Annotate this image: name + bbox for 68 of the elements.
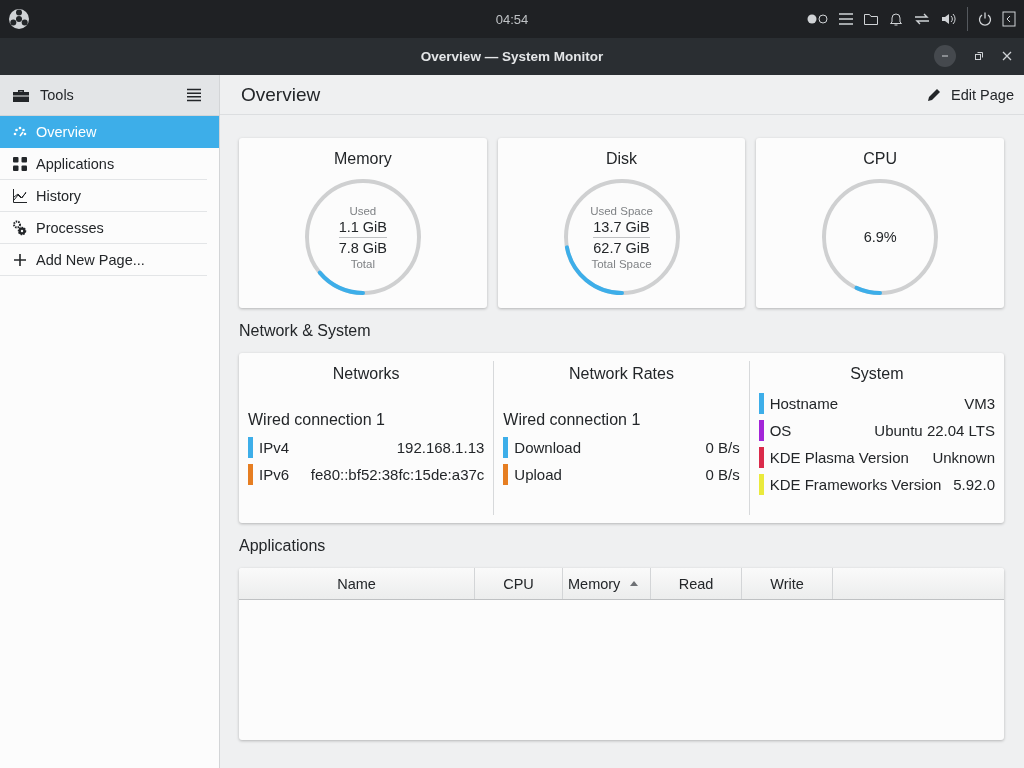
- chart-icon: [12, 187, 28, 204]
- bell-icon[interactable]: [888, 11, 904, 27]
- card-title: Memory: [333, 150, 392, 168]
- launcher-icon[interactable]: [8, 8, 30, 30]
- volume-icon[interactable]: [940, 11, 958, 27]
- connection-name: Wired connection 1: [248, 411, 386, 429]
- pencil-icon: [926, 86, 943, 103]
- card-title: Disk: [605, 150, 638, 168]
- minimize-button[interactable]: [934, 45, 956, 67]
- toolbox-icon: [12, 87, 30, 103]
- page-title: Overview: [241, 83, 321, 106]
- gauge-value: 1.1 GiB: [338, 216, 387, 238]
- column-header[interactable]: Read: [651, 568, 742, 599]
- gauge-value: 7.8 GiB: [338, 238, 387, 258]
- gears-icon: [12, 219, 28, 236]
- info-label: KDE Plasma Version: [769, 449, 910, 466]
- plus-icon: [12, 251, 28, 268]
- pager-icon[interactable]: [807, 13, 829, 25]
- info-value: fe80::bf52:38fc:15de:a37c: [310, 466, 485, 483]
- info-label: KDE Frameworks Version: [769, 476, 943, 493]
- gauge-label: Total Space: [591, 257, 652, 270]
- info-label: Hostname: [769, 395, 840, 412]
- info-value: 0 B/s: [705, 466, 740, 483]
- close-icon[interactable]: [1002, 51, 1012, 61]
- info-value: Unknown: [932, 449, 995, 466]
- menu-icon[interactable]: [838, 11, 854, 27]
- section-title: Applications: [239, 537, 327, 555]
- info-value: VM3: [964, 395, 995, 412]
- folder-icon[interactable]: [863, 11, 879, 27]
- power-icon[interactable]: [977, 11, 993, 27]
- restore-icon[interactable]: [974, 51, 984, 61]
- sort-ascending-icon: [630, 581, 639, 586]
- menu-icon[interactable]: [186, 88, 202, 102]
- grid-icon: [12, 155, 28, 172]
- card-title: CPU: [863, 150, 898, 168]
- window-title: Overview — System Monitor: [420, 49, 604, 64]
- section-title: Network & System: [239, 322, 372, 340]
- info-value: 5.92.0: [953, 476, 995, 493]
- info-label: IPv6: [259, 466, 290, 483]
- info-label: Upload: [514, 466, 563, 483]
- column-header[interactable]: Memory: [563, 568, 651, 599]
- gauge-value: 13.7 GiB: [593, 216, 650, 238]
- column-header[interactable]: Write: [742, 568, 833, 599]
- info-value: 0 B/s: [705, 439, 740, 456]
- sidebar-title: Tools: [40, 87, 74, 103]
- gauge-label: Total: [350, 257, 375, 270]
- column-header[interactable]: CPU: [475, 568, 563, 599]
- column-header[interactable]: Name: [239, 568, 475, 599]
- gauge-label: Used Space: [590, 204, 653, 217]
- column-title: Networks: [331, 365, 401, 383]
- sidebar-item[interactable]: History: [0, 180, 207, 212]
- network-arrows-icon[interactable]: [913, 11, 931, 27]
- info-value: Ubuntu 22.04 LTS: [874, 422, 995, 439]
- info-label: OS: [769, 422, 793, 439]
- gauge-value: 6.9%: [863, 228, 897, 247]
- sidebar-item[interactable]: Applications: [0, 148, 207, 180]
- info-label: Download: [514, 439, 583, 456]
- connection-name: Wired connection 1: [503, 411, 642, 429]
- sidebar-item[interactable]: Add New Page...: [0, 244, 207, 276]
- clock[interactable]: 04:54: [495, 11, 529, 27]
- show-desktop-icon[interactable]: [1002, 11, 1016, 27]
- gauge-value: 62.7 GiB: [593, 238, 650, 258]
- sidebar-item[interactable]: Processes: [0, 212, 207, 244]
- column-title: System: [849, 365, 905, 383]
- gauge-label: Used: [349, 204, 377, 217]
- info-value: 192.168.1.13: [396, 439, 485, 456]
- info-label: IPv4: [259, 439, 290, 456]
- column-title: Network Rates: [568, 365, 675, 383]
